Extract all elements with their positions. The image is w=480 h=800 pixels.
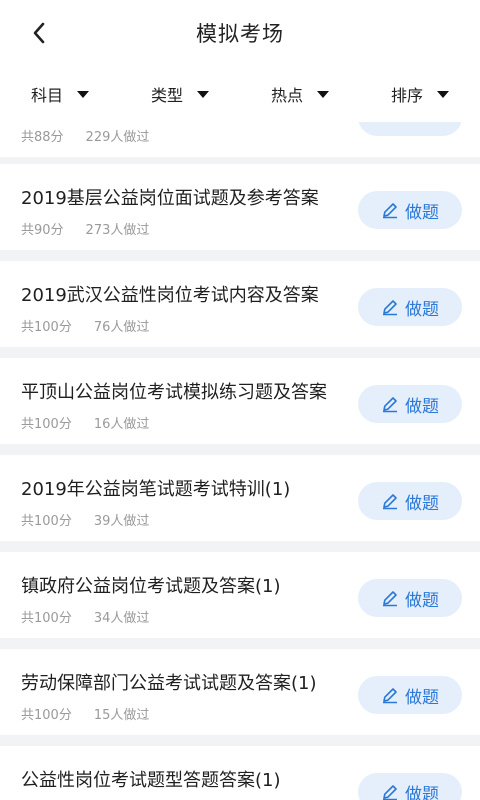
list-item[interactable]: 公益性岗位考试题型答题答案(1) 做题 bbox=[0, 746, 480, 800]
exam-list[interactable]: 共88分 229人做过 2019基层公益岗位面试题及参考答案 共90分 273人做过… bbox=[0, 112, 480, 800]
pencil-icon bbox=[383, 203, 397, 219]
item-count: 16人做过 bbox=[93, 417, 150, 432]
item-score: 共100分 bbox=[21, 320, 72, 335]
pencil-icon bbox=[383, 688, 397, 704]
item-meta: 共100分 39人做过 bbox=[21, 510, 149, 529]
list-item[interactable]: 平顶山公益岗位考试模拟练习题及答案 共100分 16人做过 做题 bbox=[0, 358, 480, 444]
caret-down-icon bbox=[197, 90, 209, 98]
do-exercise-button[interactable]: 做题 bbox=[358, 385, 462, 423]
do-exercise-button[interactable]: 做题 bbox=[358, 482, 462, 520]
item-meta: 共100分 16人做过 bbox=[21, 413, 149, 432]
list-item[interactable]: 2019武汉公益性岗位考试内容及答案 共100分 76人做过 做题 bbox=[0, 261, 480, 347]
item-count: 34人做过 bbox=[93, 611, 150, 626]
page-title: 模拟考场 bbox=[196, 22, 284, 46]
item-title: 劳动保障部门公益考试试题及答案(1) bbox=[21, 673, 317, 694]
item-count: 15人做过 bbox=[93, 708, 150, 723]
pencil-icon bbox=[383, 494, 397, 510]
pencil-icon bbox=[383, 785, 397, 800]
button-label: 做题 bbox=[405, 202, 439, 223]
filter-bar: 科目 类型 热点 排序 bbox=[0, 66, 480, 122]
filter-sort[interactable]: 排序 bbox=[360, 66, 480, 122]
item-title: 2019基层公益岗位面试题及参考答案 bbox=[21, 188, 319, 209]
item-meta: 共100分 15人做过 bbox=[21, 704, 149, 723]
pencil-icon bbox=[383, 591, 397, 607]
caret-down-icon bbox=[317, 90, 329, 98]
item-title: 公益性岗位考试题型答题答案(1) bbox=[21, 770, 281, 791]
item-meta: 共100分 34人做过 bbox=[21, 607, 149, 626]
button-label: 做题 bbox=[405, 493, 439, 514]
button-label: 做题 bbox=[405, 590, 439, 611]
item-title: 平顶山公益岗位考试模拟练习题及答案 bbox=[21, 382, 327, 403]
item-score: 共100分 bbox=[21, 611, 72, 626]
item-count: 273人做过 bbox=[85, 223, 150, 238]
do-exercise-button[interactable]: 做题 bbox=[358, 676, 462, 714]
filter-type[interactable]: 类型 bbox=[120, 66, 240, 122]
item-meta: 共90分 273人做过 bbox=[21, 219, 149, 238]
filter-hot[interactable]: 热点 bbox=[240, 66, 360, 122]
item-title: 镇政府公益岗位考试题及答案(1) bbox=[21, 576, 281, 597]
list-item[interactable]: 2019年公益岗笔试题考试特训(1) 共100分 39人做过 做题 bbox=[0, 455, 480, 541]
filter-label: 热点 bbox=[270, 86, 303, 105]
filter-subject[interactable]: 科目 bbox=[0, 66, 120, 122]
list-item[interactable]: 2019基层公益岗位面试题及参考答案 共90分 273人做过 做题 bbox=[0, 164, 480, 250]
pencil-icon bbox=[383, 397, 397, 413]
item-title: 2019武汉公益性岗位考试内容及答案 bbox=[21, 285, 319, 306]
top-bar: 模拟考场 bbox=[0, 0, 480, 66]
caret-down-icon bbox=[77, 90, 89, 98]
item-score: 共90分 bbox=[21, 223, 64, 238]
button-label: 做题 bbox=[405, 687, 439, 708]
do-exercise-button[interactable]: 做题 bbox=[358, 773, 462, 800]
caret-down-icon bbox=[437, 90, 449, 98]
button-label: 做题 bbox=[405, 396, 439, 417]
item-score: 共100分 bbox=[21, 514, 72, 529]
do-exercise-button[interactable]: 做题 bbox=[358, 288, 462, 326]
item-meta: 共100分 76人做过 bbox=[21, 316, 149, 335]
item-score: 共88分 bbox=[21, 130, 64, 145]
item-count: 76人做过 bbox=[93, 320, 150, 335]
do-exercise-button[interactable]: 做题 bbox=[358, 579, 462, 617]
pencil-icon bbox=[383, 300, 397, 316]
item-count: 229人做过 bbox=[85, 130, 150, 145]
item-score: 共100分 bbox=[21, 708, 72, 723]
item-meta: 共88分 229人做过 bbox=[21, 126, 149, 145]
filter-label: 排序 bbox=[390, 86, 423, 105]
do-exercise-button[interactable]: 做题 bbox=[358, 191, 462, 229]
filter-label: 科目 bbox=[30, 86, 63, 105]
button-label: 做题 bbox=[405, 299, 439, 320]
item-count: 39人做过 bbox=[93, 514, 150, 529]
list-item[interactable]: 劳动保障部门公益考试试题及答案(1) 共100分 15人做过 做题 bbox=[0, 649, 480, 735]
item-score: 共100分 bbox=[21, 417, 72, 432]
item-title: 2019年公益岗笔试题考试特训(1) bbox=[21, 479, 291, 500]
filter-label: 类型 bbox=[150, 86, 183, 105]
button-label: 做题 bbox=[405, 784, 439, 800]
list-item[interactable]: 镇政府公益岗位考试题及答案(1) 共100分 34人做过 做题 bbox=[0, 552, 480, 638]
